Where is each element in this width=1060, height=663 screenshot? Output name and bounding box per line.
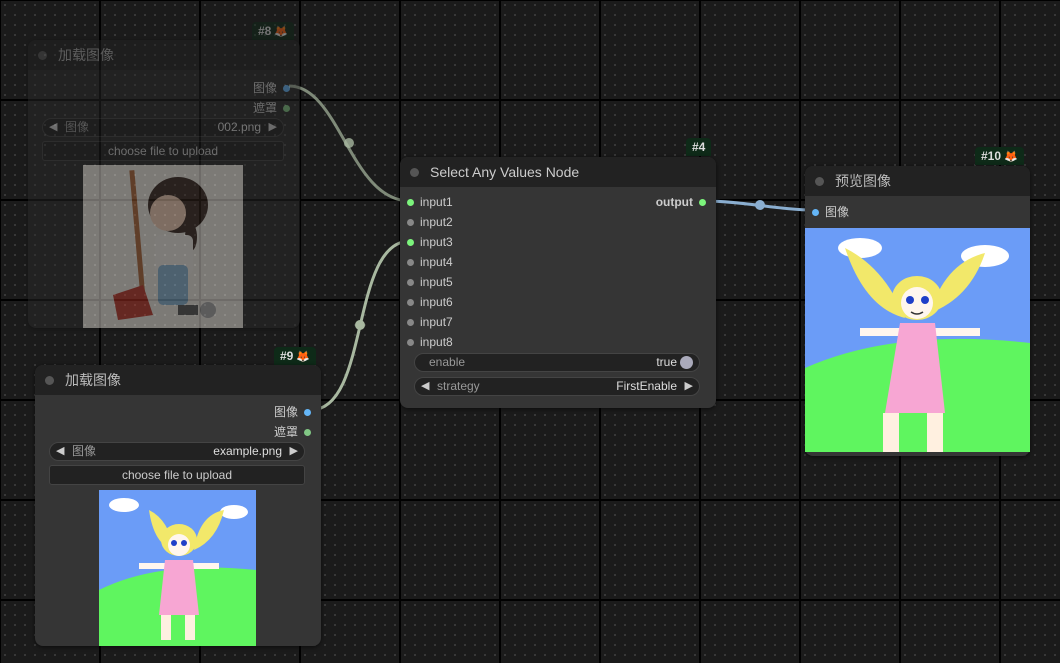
input-pin-icon: [812, 209, 819, 217]
arrow-right-icon: ▶: [268, 121, 277, 133]
node4-title-bar[interactable]: Select Any Values Node: [400, 157, 716, 187]
arrow-left-icon: ◀: [421, 380, 430, 392]
node4-input4[interactable]: input4: [407, 255, 453, 269]
node8-title-bar[interactable]: 加载图像: [28, 40, 300, 70]
link-midpoint-1: [344, 138, 354, 148]
node10-title: 预览图像: [835, 173, 891, 189]
drawn-girl-preview-image: [805, 228, 1030, 452]
node10-image-preview: [805, 228, 1030, 452]
node8-title: 加载图像: [58, 47, 114, 63]
node4-input5[interactable]: input5: [407, 275, 453, 289]
node9-id-badge: #9 🦊: [274, 347, 317, 365]
arrow-right-icon: ▶: [289, 445, 298, 457]
input-pin-icon: [407, 259, 414, 267]
collapse-dot-icon[interactable]: [815, 177, 824, 186]
link-midpoint-2: [355, 320, 365, 330]
fox-icon: 🦊: [274, 26, 289, 38]
collapse-dot-icon[interactable]: [410, 168, 419, 177]
node10-id-badge: #10 🦊: [975, 147, 1024, 165]
node9-output-mask[interactable]: 遮罩: [274, 423, 311, 440]
node4-input8[interactable]: input8: [407, 335, 453, 349]
arrow-right-icon: ▶: [684, 380, 693, 392]
arrow-left-icon: ◀: [49, 121, 58, 133]
node9-image-preview: [99, 490, 256, 646]
node4-input1[interactable]: input1: [407, 195, 453, 209]
node10-input-image[interactable]: 图像: [812, 203, 849, 220]
node8-output-image[interactable]: 图像: [253, 79, 290, 96]
node4-input6[interactable]: input6: [407, 295, 453, 309]
input-pin-icon: [407, 239, 414, 247]
input-pin-icon: [407, 279, 414, 287]
node4-enable-toggle[interactable]: enable true: [414, 353, 700, 372]
node4-input2[interactable]: input2: [407, 215, 453, 229]
node4-select-any-values[interactable]: Select Any Values Node input1 input2 inp…: [400, 157, 716, 408]
node4-input3[interactable]: input3: [407, 235, 453, 249]
input-pin-icon: [407, 299, 414, 307]
node10-title-bar[interactable]: 预览图像: [805, 166, 1030, 196]
node4-title: Select Any Values Node: [430, 164, 580, 180]
link-midpoint-3: [755, 200, 765, 210]
node4-output[interactable]: output: [656, 195, 706, 209]
output-pin-icon: [283, 85, 290, 93]
node4-strategy-combo[interactable]: ◀ strategy FirstEnable ▶: [414, 377, 700, 396]
fox-icon: 🦊: [1004, 151, 1018, 163]
node8-load-image[interactable]: 加载图像 图像 遮罩 ◀ 图像 002.png ▶ choose file to…: [28, 40, 300, 328]
output-pin-icon: [304, 409, 311, 417]
node8-upload-button[interactable]: choose file to upload: [42, 141, 284, 161]
input-pin-icon: [407, 319, 414, 327]
node8-image-preview: [83, 165, 243, 328]
node8-id-badge: #8 🦊: [252, 22, 295, 40]
node8-output-mask[interactable]: 遮罩: [253, 99, 290, 116]
fox-icon: 🦊: [296, 351, 311, 363]
node9-title-bar[interactable]: 加载图像: [35, 365, 321, 395]
input-pin-icon: [407, 199, 414, 207]
drawn-girl-image: [99, 490, 256, 646]
output-pin-icon: [699, 199, 706, 207]
node9-load-image[interactable]: 加载图像 图像 遮罩 ◀ 图像 example.png ▶ choose fil…: [35, 365, 321, 646]
output-pin-icon: [283, 105, 290, 113]
collapse-dot-icon[interactable]: [38, 51, 47, 60]
output-pin-icon: [304, 429, 311, 437]
node8-image-combo[interactable]: ◀ 图像 002.png ▶: [42, 118, 284, 137]
node10-preview-image[interactable]: 预览图像 图像: [805, 166, 1030, 456]
node4-id-badge: #4: [686, 138, 712, 156]
arrow-left-icon: ◀: [56, 445, 65, 457]
input-pin-icon: [407, 339, 414, 347]
node9-image-combo[interactable]: ◀ 图像 example.png ▶: [49, 442, 305, 461]
node4-input7[interactable]: input7: [407, 315, 453, 329]
toggle-knob-icon: [680, 356, 693, 369]
girl-with-shovel-image: [83, 165, 243, 328]
collapse-dot-icon[interactable]: [45, 376, 54, 385]
input-pin-icon: [407, 219, 414, 227]
node9-output-image[interactable]: 图像: [274, 403, 311, 420]
node9-upload-button[interactable]: choose file to upload: [49, 465, 305, 485]
node9-title: 加载图像: [65, 372, 121, 388]
